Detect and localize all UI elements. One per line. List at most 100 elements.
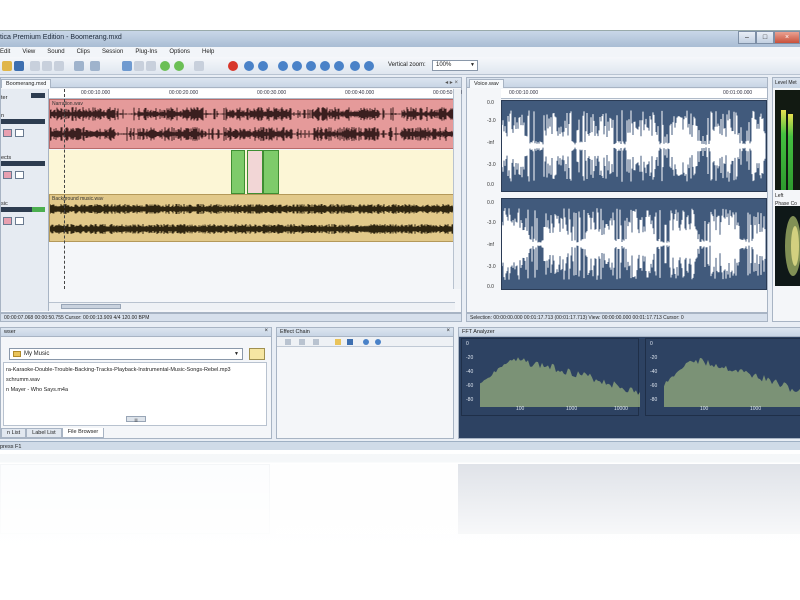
db-label: -3.0 (487, 118, 496, 124)
mute-button[interactable] (3, 171, 12, 179)
list-item[interactable]: n Mayer - Who Says.m4a (6, 387, 68, 393)
save-icon[interactable] (14, 61, 24, 71)
crossfade-clip[interactable] (247, 150, 263, 194)
vertical-scrollbar[interactable] (453, 89, 461, 289)
tab-nav-arrows[interactable]: ◂ ▸ × (445, 79, 458, 86)
tab-region-list[interactable]: n List (1, 428, 27, 438)
db-label: 0.0 (487, 284, 494, 290)
tab-label-list[interactable]: Label List (26, 428, 62, 438)
play-icon[interactable] (363, 339, 369, 345)
folder-up-button[interactable] (249, 348, 265, 360)
folder-select[interactable]: My Music ▼ (9, 348, 243, 360)
stop-icon[interactable] (244, 61, 254, 71)
menu-clips[interactable]: Clips (77, 47, 90, 57)
cut-icon[interactable] (30, 61, 40, 71)
menu-view[interactable]: View (22, 47, 35, 57)
tab-multitrack[interactable]: Boomerang.mxd (1, 79, 52, 88)
scrub-tool-icon[interactable] (146, 61, 156, 71)
horizontal-scrollbar[interactable] (49, 302, 455, 310)
narration-clip[interactable]: Narration.wav (49, 99, 455, 149)
effect-chain-toolbar (277, 337, 453, 347)
effect-clip[interactable] (231, 150, 245, 194)
paste-icon[interactable] (54, 61, 64, 71)
close-icon[interactable]: × (264, 328, 268, 334)
db-label: -3.0 (487, 220, 496, 226)
zoom-out-icon[interactable] (364, 61, 374, 71)
solo-button[interactable] (15, 129, 24, 137)
menu-session[interactable]: Session (102, 47, 123, 57)
mute-button[interactable] (3, 217, 12, 225)
effect-clip[interactable] (263, 150, 279, 194)
fast-forward-icon[interactable] (320, 61, 330, 71)
menu-help[interactable]: Help (202, 47, 214, 57)
left-channel-waveform[interactable] (501, 100, 767, 192)
background-music-clip[interactable]: Background music.wav (49, 194, 455, 242)
track-volume[interactable] (1, 119, 45, 124)
fft-spectrum-left: 0 -20 -40 -60 -80 100 1000 10000 (461, 338, 640, 416)
tab-file-browser[interactable]: File Browser (61, 428, 105, 438)
go-to-end-icon[interactable] (334, 61, 344, 71)
green-tool-icon-2[interactable] (174, 61, 184, 71)
multitrack-timeline[interactable]: 00:00:10.000 00:00:20.000 00:00:30.000 0… (49, 89, 462, 99)
minimize-button[interactable]: – (738, 31, 756, 44)
vertical-zoom-label: Vertical zoom: (388, 62, 426, 68)
open-icon[interactable] (335, 339, 341, 345)
zoom-in-icon[interactable] (350, 61, 360, 71)
list-item[interactable]: schrumm.wav (6, 377, 40, 383)
vertical-zoom-select[interactable]: 100% ▼ (432, 60, 478, 71)
track-volume[interactable] (31, 93, 45, 98)
track-headers: ter n ects sic (1, 89, 49, 311)
wave-timeline[interactable]: 00:00:10.000 00:01:00.000 (501, 89, 767, 99)
track-volume[interactable] (1, 207, 45, 212)
rewind-icon[interactable] (306, 61, 316, 71)
menu-plugins[interactable]: Plug-Ins (135, 47, 157, 57)
list-item[interactable]: ra-Karaoke-Double-Trouble-Backing-Tracks… (6, 367, 231, 373)
effect-icon[interactable] (313, 339, 319, 345)
select-tool-icon[interactable] (122, 61, 132, 71)
level-left-label: Left (775, 193, 784, 199)
multitrack-panel: Boomerang.mxd ◂ ▸ × ter n ects sic 00:00… (0, 77, 462, 313)
undo-icon[interactable] (74, 61, 84, 71)
solo-button[interactable] (15, 217, 24, 225)
solo-button[interactable] (15, 171, 24, 179)
effect-icon[interactable] (285, 339, 291, 345)
close-icon[interactable]: × (446, 328, 450, 334)
fft-spectrum-right: 0 -20 -40 -60 -80 100 1000 (645, 338, 800, 416)
mute-button[interactable] (3, 129, 12, 137)
close-button[interactable]: × (774, 31, 800, 44)
track-area[interactable]: Narration.wav Background music.wav (49, 99, 455, 289)
pause-icon[interactable] (258, 61, 268, 71)
fft-db-label: -80 (650, 397, 658, 403)
open-icon[interactable] (2, 61, 12, 71)
db-label: -3.0 (487, 264, 496, 270)
save-icon[interactable] (347, 339, 353, 345)
menu-edit[interactable]: Edit (0, 47, 10, 57)
db-label: -inf (487, 242, 494, 248)
list-scrollbar[interactable]: ||| (126, 416, 146, 422)
copy-icon[interactable] (42, 61, 52, 71)
maximize-button[interactable]: □ (756, 31, 774, 44)
menu-sound[interactable]: Sound (47, 47, 64, 57)
stop-icon[interactable] (375, 339, 381, 345)
tab-wave-editor[interactable]: Voice.wav (469, 79, 504, 88)
play-loop-icon[interactable] (292, 61, 302, 71)
menu-options[interactable]: Options (169, 47, 190, 57)
record-icon[interactable] (228, 61, 238, 71)
effect-icon[interactable] (299, 339, 305, 345)
play-icon[interactable] (278, 61, 288, 71)
snap-icon[interactable] (194, 61, 204, 71)
track-volume[interactable] (1, 161, 45, 166)
green-tool-icon[interactable] (160, 61, 170, 71)
narration-waveform (50, 107, 454, 141)
bottom-panels: wser × My Music ▼ ra-Karaoke-Double-Troub… (0, 327, 800, 441)
redo-icon[interactable] (90, 61, 100, 71)
time-tick: 00:01:00.000 (723, 90, 753, 96)
right-channel-waveform[interactable] (501, 198, 767, 290)
range-tool-icon[interactable] (134, 61, 144, 71)
scrollbar-thumb[interactable] (61, 304, 121, 309)
app-status-bar: press F1 (0, 441, 800, 450)
file-browser-panel: wser × My Music ▼ ra-Karaoke-Double-Troub… (0, 327, 272, 439)
db-label: 0.0 (487, 182, 494, 188)
file-list[interactable]: ra-Karaoke-Double-Trouble-Backing-Tracks… (3, 362, 267, 426)
playhead-cursor[interactable] (64, 89, 65, 289)
